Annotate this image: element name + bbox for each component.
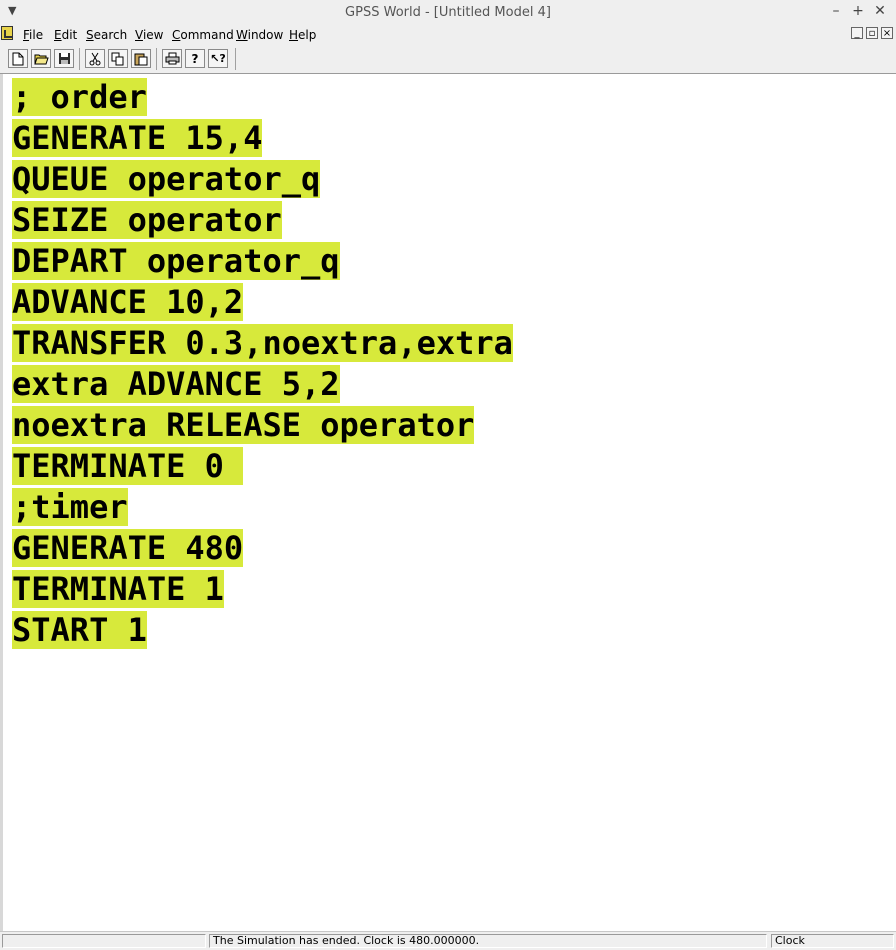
paste-icon [134, 53, 148, 65]
toolbar-separator [156, 48, 157, 70]
paste-button[interactable] [131, 49, 151, 68]
menu-search[interactable]: Search [86, 28, 127, 42]
new-document-button[interactable] [8, 49, 28, 68]
minimize-button[interactable]: – [828, 3, 844, 19]
child-minimize-button[interactable]: _ [851, 27, 863, 39]
save-icon [58, 53, 70, 64]
code-line: TERMINATE 0 [12, 447, 244, 485]
menu-file[interactable]: File [23, 28, 43, 42]
cut-button[interactable] [85, 49, 105, 68]
open-folder-icon [33, 54, 49, 65]
status-bar: The Simulation has ended. Clock is 480.0… [0, 931, 896, 950]
print-button[interactable] [162, 49, 182, 68]
status-clock: Clock [771, 934, 894, 948]
status-message: The Simulation has ended. Clock is 480.0… [209, 934, 767, 948]
help-icon: ? [191, 51, 199, 66]
copy-button[interactable] [108, 49, 128, 68]
code-line: extra ADVANCE 5,2 [12, 365, 340, 403]
title-bar: ▼ GPSS World - [Untitled Model 4] – + ✕ [0, 0, 896, 26]
new-document-icon [12, 52, 24, 65]
toolbar: ? ↖? [0, 44, 896, 74]
help-button[interactable]: ? [185, 49, 205, 68]
cut-icon [89, 52, 101, 65]
toolbar-separator [79, 48, 80, 70]
code-line: DEPART operator_q [12, 242, 340, 280]
code-line: START 1 [12, 611, 147, 649]
app-icon[interactable] [1, 26, 13, 40]
context-help-button[interactable]: ↖? [208, 49, 228, 68]
menu-bar: File Edit Search View Command Window Hel… [0, 25, 896, 44]
code-line: TERMINATE 1 [12, 570, 224, 608]
code-line: SEIZE operator [12, 201, 282, 239]
code-line: noextra RELEASE operator [12, 406, 475, 444]
status-pane-empty [2, 934, 206, 948]
menu-help[interactable]: Help [289, 28, 316, 42]
code-line: ; order [12, 78, 147, 116]
print-icon [165, 52, 179, 65]
code-line: ;timer [12, 488, 128, 526]
context-help-icon: ↖? [210, 52, 226, 65]
toolbar-separator [235, 48, 236, 70]
copy-icon [111, 52, 124, 65]
code-line: QUEUE operator_q [12, 160, 321, 198]
maximize-button[interactable]: + [850, 3, 866, 19]
open-button[interactable] [31, 49, 51, 68]
menu-view[interactable]: View [135, 28, 163, 42]
window-title: GPSS World - [Untitled Model 4] [345, 5, 551, 20]
code-line: TRANSFER 0.3,noextra,extra [12, 324, 513, 362]
child-close-button[interactable]: × [881, 27, 893, 39]
save-button[interactable] [54, 49, 74, 68]
code-line: GENERATE 480 [12, 529, 244, 567]
menu-edit[interactable]: Edit [54, 28, 77, 42]
menu-command[interactable]: Command [172, 28, 234, 42]
close-button[interactable]: ✕ [872, 3, 888, 19]
menu-window[interactable]: Window [236, 28, 283, 42]
code-line: ADVANCE 10,2 [12, 283, 244, 321]
child-restore-button[interactable]: ▫ [866, 27, 878, 39]
code-line: GENERATE 15,4 [12, 119, 263, 157]
model-editor[interactable]: ; order GENERATE 15,4 QUEUE operator_q S… [0, 74, 896, 931]
code-area[interactable]: ; order GENERATE 15,4 QUEUE operator_q S… [12, 77, 513, 651]
